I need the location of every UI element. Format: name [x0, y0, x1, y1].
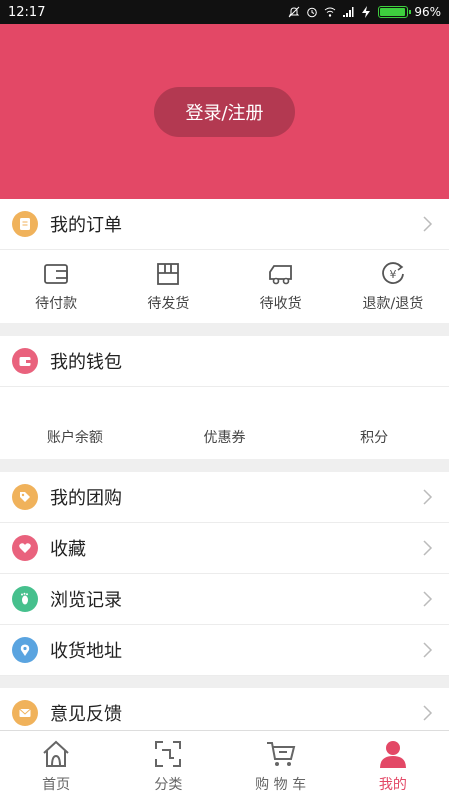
- wallet-items: 账户余额 优惠券 积分: [0, 387, 449, 459]
- profile-icon: [379, 740, 406, 768]
- refund-icon: ¥: [382, 261, 404, 284]
- status-time: 12:17: [8, 4, 46, 20]
- mute-icon: [288, 6, 300, 18]
- order-pending-receipt-label: 待收货: [259, 295, 302, 312]
- menu-item-label: 收货地址: [50, 641, 122, 662]
- chevron-right-icon: [423, 591, 433, 607]
- order-refund[interactable]: ¥ 退款/退货: [337, 250, 449, 323]
- login-register-button[interactable]: 登录/注册: [154, 87, 295, 137]
- menu-list: 我的团购 收藏 浏览记录 收货地址: [0, 472, 449, 676]
- battery-percent: 96%: [414, 5, 441, 19]
- order-list-icon: [12, 211, 38, 237]
- order-pending-shipment-label: 待发货: [147, 295, 190, 312]
- menu-item-label: 我的团购: [50, 488, 122, 509]
- bottom-tab-bar: 首页 分类 购 物 车 我的: [0, 730, 449, 800]
- signal-icon: [343, 7, 354, 17]
- heart-icon: [12, 535, 38, 561]
- my-wallet-label: 我的钱包: [50, 352, 122, 373]
- points-label[interactable]: 积分: [299, 427, 449, 447]
- menu-item-feedback[interactable]: 意见反馈: [0, 688, 449, 730]
- chevron-right-icon: [423, 642, 433, 658]
- tab-cart[interactable]: 购 物 车: [225, 731, 337, 800]
- menu-item-address[interactable]: 收货地址: [0, 625, 449, 676]
- order-status-bar: 待付款 待发货 待收货 ¥ 退款/退货: [0, 250, 449, 323]
- cart-icon: [266, 741, 295, 766]
- menu-item-label: 浏览记录: [50, 590, 122, 611]
- home-icon: [43, 740, 69, 767]
- tab-category-label: 分类: [154, 776, 183, 793]
- status-bar: 12:17 96%: [0, 0, 449, 24]
- order-pending-payment[interactable]: 待付款: [0, 250, 112, 323]
- my-orders-label: 我的订单: [50, 215, 122, 236]
- my-wallet-row[interactable]: 我的钱包: [0, 336, 449, 387]
- my-orders-row[interactable]: 我的订单: [0, 199, 449, 250]
- tag-icon: [12, 484, 38, 510]
- menu-item-history[interactable]: 浏览记录: [0, 574, 449, 625]
- battery-fill: [380, 8, 406, 16]
- account-balance-label[interactable]: 账户余额: [0, 427, 150, 447]
- wallet-icon: [12, 348, 38, 374]
- tab-home-label: 首页: [42, 776, 71, 793]
- tab-category[interactable]: 分类: [112, 731, 224, 800]
- chevron-right-icon: [423, 705, 433, 721]
- feedback-section: 意见反馈: [0, 688, 449, 730]
- wallet-section: 我的钱包 账户余额 优惠券 积分: [0, 336, 449, 459]
- order-pending-payment-label: 待付款: [35, 295, 78, 312]
- menu-item-group-buy[interactable]: 我的团购: [0, 472, 449, 523]
- chevron-right-icon: [423, 216, 433, 232]
- tab-mine-label: 我的: [378, 776, 407, 793]
- category-icon: [155, 740, 182, 767]
- charging-icon: [362, 6, 371, 18]
- tab-home[interactable]: 首页: [0, 731, 112, 800]
- menu-item-label: 收藏: [50, 539, 86, 560]
- battery-indicator: [378, 6, 412, 18]
- svg-text:¥: ¥: [389, 268, 396, 281]
- tab-cart-label: 购 物 车: [255, 776, 307, 793]
- truck-icon: [268, 264, 292, 284]
- coupons-label[interactable]: 优惠券: [150, 427, 300, 447]
- wifi-icon: [325, 7, 336, 17]
- profile-header: 登录/注册: [0, 24, 449, 199]
- wallet-card-icon: [44, 263, 69, 284]
- package-icon: [157, 262, 180, 285]
- mail-icon: [12, 700, 38, 726]
- menu-item-label: 意见反馈: [50, 704, 122, 725]
- chevron-right-icon: [423, 540, 433, 556]
- tab-mine[interactable]: 我的: [337, 731, 449, 800]
- chevron-right-icon: [423, 489, 433, 505]
- order-refund-label: 退款/退货: [362, 295, 424, 312]
- footprint-icon: [12, 586, 38, 612]
- alarm-icon: [307, 7, 318, 18]
- order-pending-shipment[interactable]: 待发货: [112, 250, 224, 323]
- location-icon: [12, 637, 38, 663]
- order-pending-receipt[interactable]: 待收货: [225, 250, 337, 323]
- menu-item-favorites[interactable]: 收藏: [0, 523, 449, 574]
- orders-section: 我的订单 待付款 待发货 待收货 ¥ 退款/退货: [0, 199, 449, 323]
